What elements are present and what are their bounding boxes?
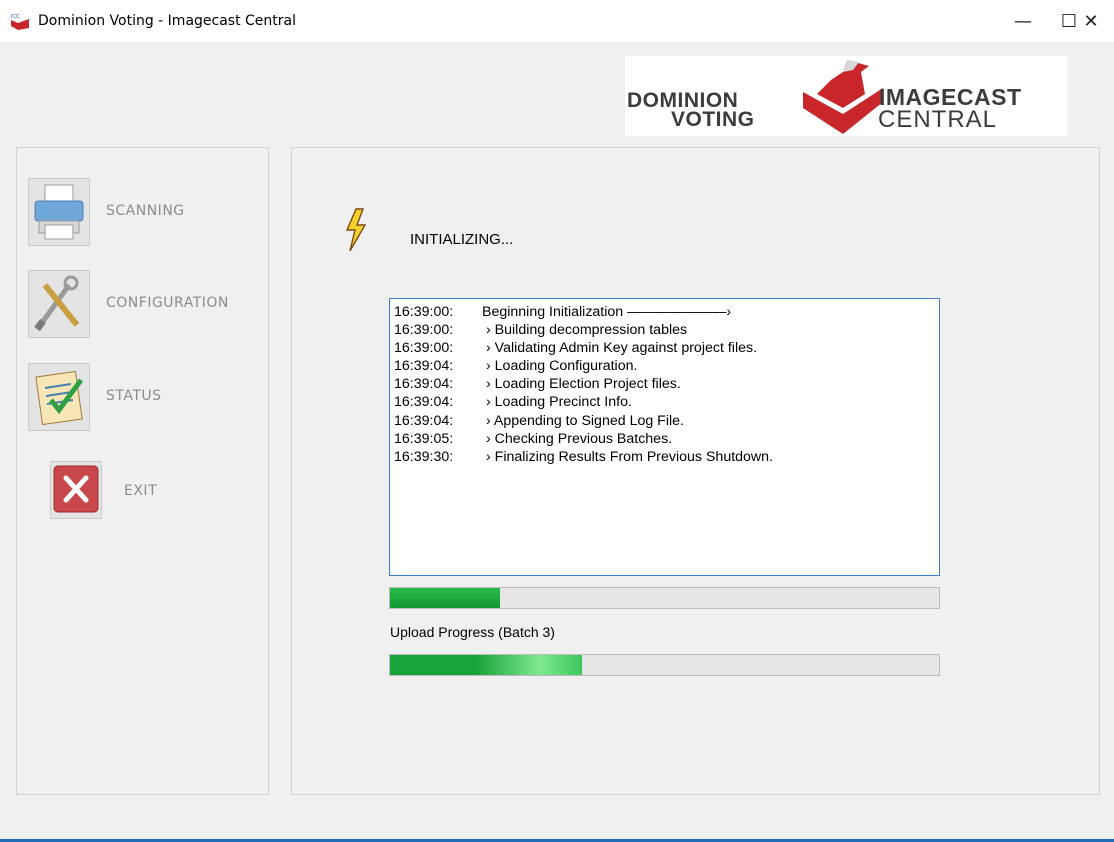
initialization-progress-fill — [390, 588, 500, 608]
log-line: 16:39:05: › Checking Previous Batches. — [394, 430, 935, 448]
title-bar: ICC Dominion Voting - Imagecast Central … — [0, 0, 1114, 42]
exit-icon — [50, 461, 102, 519]
window-title: Dominion Voting - Imagecast Central — [38, 13, 297, 29]
log-message: › Finalizing Results From Previous Shutd… — [486, 448, 774, 465]
log-line: 16:39:00: › Validating Admin Key against … — [394, 339, 935, 357]
initialization-progress-bar — [389, 587, 940, 609]
log-time: 16:39:04: — [394, 394, 454, 411]
log-time: 16:39:04: — [394, 376, 454, 393]
status-title: INITIALIZING... — [410, 231, 514, 248]
checklist-icon — [28, 363, 90, 431]
log-message: › Loading Election Project files. — [486, 376, 681, 393]
tools-icon — [28, 270, 90, 338]
log-message: › Appending to Signed Log File. — [486, 412, 684, 429]
logo-emblem-icon — [803, 60, 883, 134]
svg-text:ICC: ICC — [11, 14, 20, 20]
log-line: 16:39:00: › Building decompression tables — [394, 321, 935, 339]
nav-configuration-label: CONFIGURATION — [106, 295, 229, 311]
nav-scanning-label: SCANNING — [106, 203, 185, 219]
log-line: 16:39:04: › Appending to Signed Log File. — [394, 412, 935, 430]
upload-progress-label: Upload Progress (Batch 3) — [390, 624, 555, 640]
logo-text-voting: VOTING — [671, 108, 755, 131]
log-message: › Validating Admin Key against project f… — [486, 340, 758, 357]
log-message: › Loading Configuration. — [486, 358, 638, 375]
dominion-imagecast-logo: DOMINION VOTING IMAGECAST CENTRAL — [625, 56, 1067, 136]
minimize-button[interactable]: — — [1000, 0, 1046, 42]
nav-status[interactable]: STATUS — [28, 363, 258, 433]
log-time: 16:39:00: — [394, 304, 454, 320]
log-message: › Loading Precinct Info. — [486, 394, 632, 411]
nav-status-label: STATUS — [106, 388, 162, 404]
app-icon: ICC — [10, 12, 30, 30]
log-line: 16:39:30: › Finalizing Results From Previ… — [394, 448, 935, 466]
log-time: 16:39:30: — [394, 448, 454, 465]
log-time: 16:39:04: — [394, 358, 454, 375]
nav-exit[interactable]: EXIT — [28, 461, 258, 531]
log-time: 16:39:00: — [394, 322, 454, 339]
log-line: 16:39:04: › Loading Precinct Info. — [394, 393, 935, 411]
initialization-log[interactable]: 16:39:00: Beginning Initialization ——————… — [389, 298, 940, 576]
close-button[interactable]: ✕ — [1068, 0, 1114, 42]
log-time: 16:39:04: — [394, 412, 454, 429]
log-time: 16:39:00: — [394, 340, 454, 357]
log-message: › Building decompression tables — [486, 322, 688, 339]
nav-configuration[interactable]: CONFIGURATION — [28, 270, 258, 340]
log-line: 16:39:00: Beginning Initialization ——————… — [394, 303, 935, 321]
log-time: 16:39:05: — [394, 430, 454, 447]
printer-icon — [28, 178, 90, 246]
log-message: Beginning Initialization ———————› — [482, 304, 732, 320]
nav-scanning[interactable]: SCANNING — [28, 178, 258, 248]
logo-text-central: CENTRAL — [878, 106, 998, 133]
log-line: 16:39:04: › Loading Configuration. — [394, 357, 935, 375]
upload-progress-bar — [389, 654, 940, 676]
log-message: › Checking Previous Batches. — [486, 430, 673, 447]
lightning-bolt-icon — [345, 208, 367, 252]
nav-exit-label: EXIT — [124, 483, 158, 499]
log-line: 16:39:04: › Loading Election Project file… — [394, 375, 935, 393]
upload-progress-fill — [390, 655, 583, 675]
